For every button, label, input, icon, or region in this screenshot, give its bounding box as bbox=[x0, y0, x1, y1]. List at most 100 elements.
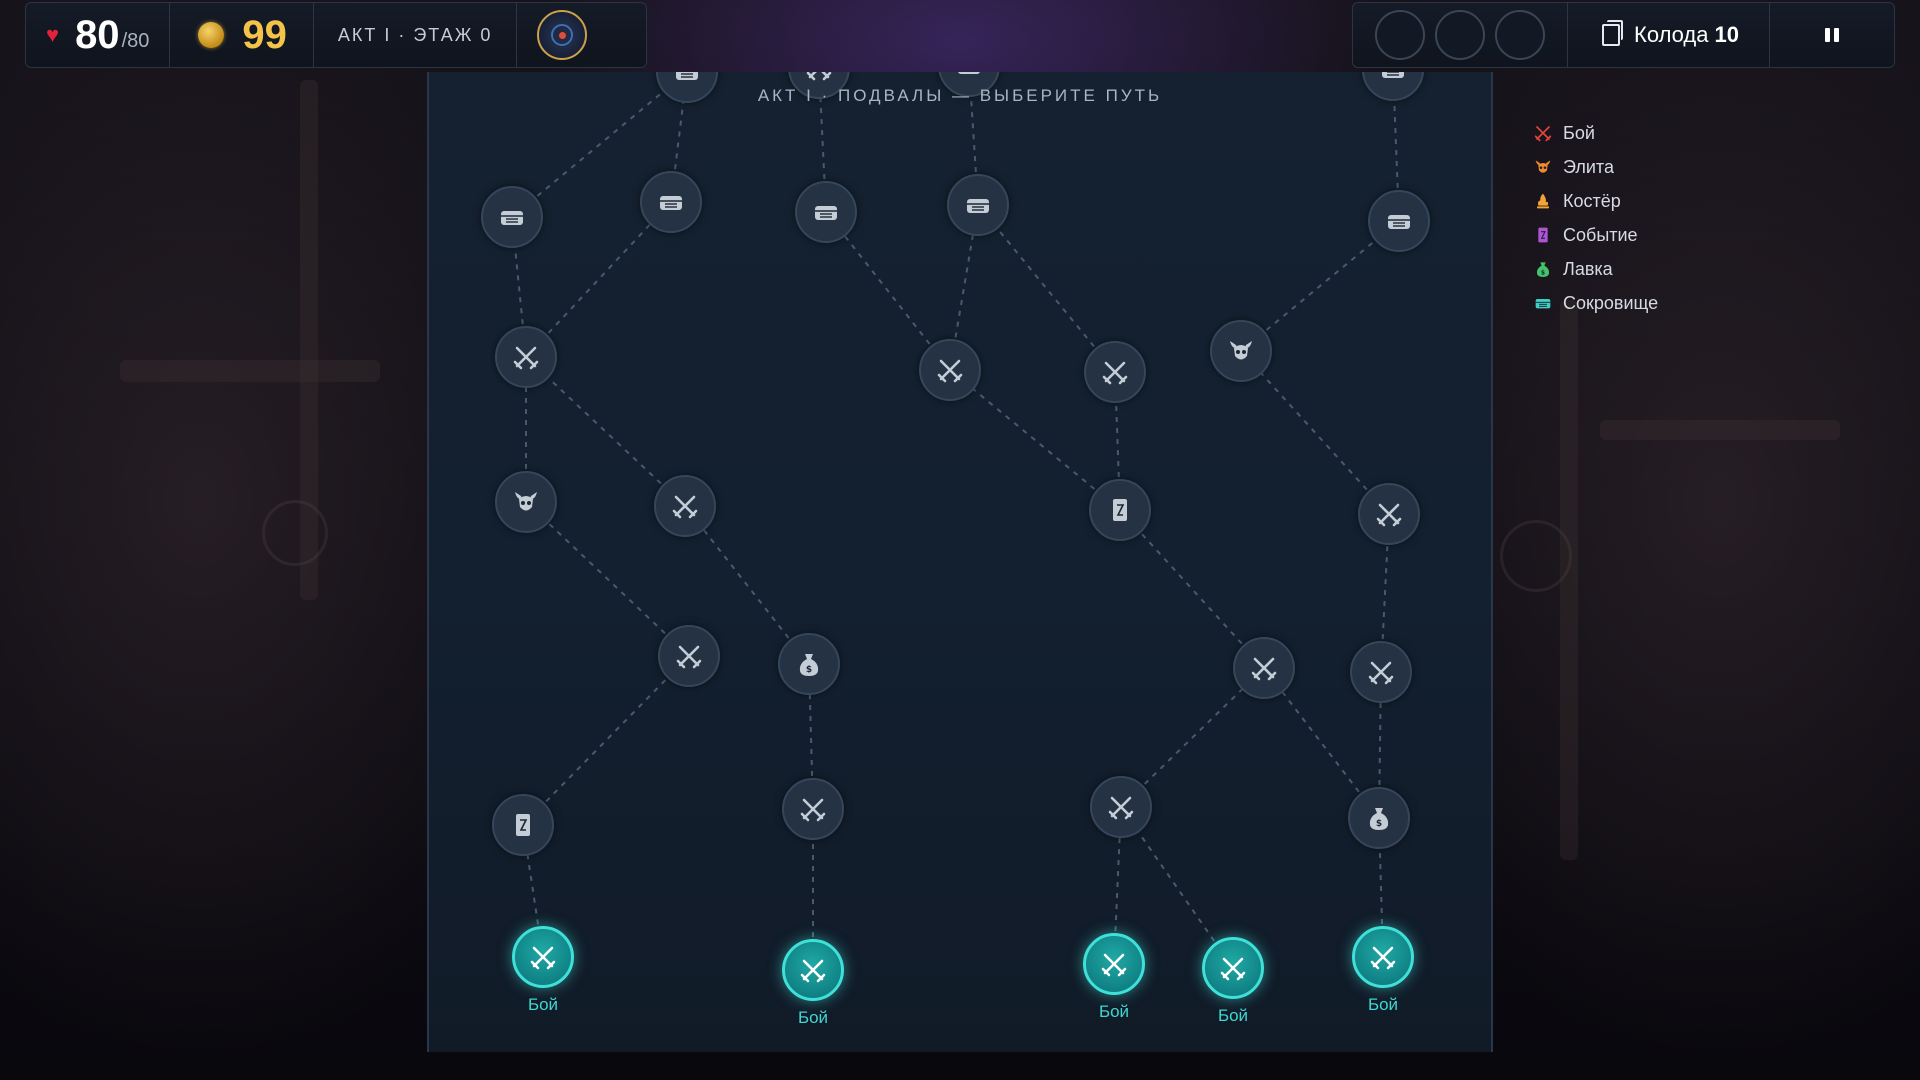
horned-skull-icon bbox=[1230, 341, 1252, 360]
heart-icon: ♥ bbox=[46, 22, 60, 47]
crossed-swords-icon bbox=[1108, 796, 1134, 820]
chest-icon bbox=[967, 199, 989, 213]
node-label: Бой bbox=[1217, 1006, 1249, 1025]
horned-skull-icon bbox=[1535, 160, 1551, 173]
map-node-event[interactable] bbox=[1089, 479, 1151, 541]
map-node-event[interactable] bbox=[492, 794, 554, 856]
background-gauge bbox=[262, 500, 328, 566]
hp-max: /80 bbox=[121, 29, 150, 52]
chest-icon bbox=[1382, 72, 1404, 78]
node-label: Бой bbox=[527, 995, 559, 1014]
map-node-combat[interactable] bbox=[1350, 641, 1412, 703]
crossed-swords-icon bbox=[1101, 953, 1127, 977]
chest-icon bbox=[958, 72, 980, 74]
crossed-swords-icon bbox=[1376, 503, 1402, 527]
chest-icon bbox=[815, 206, 837, 220]
chest-icon bbox=[676, 72, 698, 80]
legend-label: Лавка bbox=[1563, 258, 1613, 279]
crossed-swords-icon bbox=[1251, 657, 1277, 681]
svg-text:$: $ bbox=[806, 665, 812, 675]
map-node-combat[interactable] bbox=[919, 339, 981, 401]
map-node-combat[interactable] bbox=[1358, 483, 1420, 545]
potion-slot-1[interactable] bbox=[1375, 10, 1425, 60]
hp-current: 80 bbox=[75, 12, 120, 57]
crossed-swords-icon bbox=[800, 798, 826, 822]
pause-icon bbox=[1824, 28, 1839, 42]
legend-item: Элита bbox=[1533, 150, 1658, 184]
map-node-shop[interactable]: $ bbox=[778, 633, 840, 695]
potion-slot-3[interactable] bbox=[1495, 10, 1545, 60]
legend-item: Костёр bbox=[1533, 184, 1658, 218]
svg-text:$: $ bbox=[1541, 269, 1545, 276]
map-panel: АКТ I · ПОДВАЛЫ — ВЫБЕРИТЕ ПУТЬ $ $ Бой … bbox=[427, 72, 1493, 1052]
map-node-treasure[interactable] bbox=[795, 181, 857, 243]
crossed-swords-icon bbox=[800, 959, 826, 983]
potion-slot-2[interactable] bbox=[1435, 10, 1485, 60]
map-node-combat[interactable] bbox=[495, 326, 557, 388]
map-node-treasure[interactable] bbox=[640, 171, 702, 233]
crossed-swords-icon bbox=[530, 946, 556, 970]
player-status-bar: ♥ 80 /80 99 АКТ I · ЭТАЖ 0 bbox=[25, 2, 647, 68]
compass-slot bbox=[517, 3, 607, 67]
money-bag-icon: $ bbox=[799, 654, 819, 676]
deck-label: Колода bbox=[1634, 22, 1709, 47]
legend-label: Элита bbox=[1563, 156, 1614, 177]
node-label: Бой bbox=[797, 1008, 829, 1027]
map-node-combat[interactable] bbox=[658, 625, 720, 687]
map-node-combat[interactable] bbox=[782, 778, 844, 840]
legend-item: Бой bbox=[1533, 116, 1658, 150]
legend-item: Событие bbox=[1533, 218, 1658, 252]
compass-icon[interactable] bbox=[537, 10, 588, 60]
legend-label: Бой bbox=[1563, 122, 1595, 143]
map-node-combat[interactable] bbox=[782, 939, 844, 1001]
map-node-combat[interactable] bbox=[654, 475, 716, 537]
scroll-icon bbox=[1538, 227, 1548, 243]
map-node-combat[interactable] bbox=[1233, 637, 1295, 699]
crossed-swords-icon bbox=[937, 359, 963, 383]
map-node-shop[interactable]: $ bbox=[1348, 787, 1410, 849]
crossed-swords-icon bbox=[806, 72, 832, 81]
deck-button[interactable]: Колода 10 bbox=[1568, 3, 1770, 67]
cards-icon bbox=[1602, 20, 1623, 46]
chest-icon bbox=[660, 196, 682, 210]
map-path-b3-a4 bbox=[977, 204, 1116, 373]
legend-item: $ Лавка bbox=[1533, 252, 1658, 286]
gold-amount: 99 bbox=[242, 12, 287, 57]
map-path-b1-a2 bbox=[525, 201, 672, 358]
scroll-icon bbox=[1113, 499, 1127, 521]
map-node-elite[interactable] bbox=[495, 471, 557, 533]
background-pipe bbox=[120, 360, 380, 382]
crossed-swords-icon bbox=[676, 645, 702, 669]
crossed-swords-icon bbox=[1370, 946, 1396, 970]
crossed-swords-icon bbox=[1368, 661, 1394, 685]
campfire-icon bbox=[1537, 193, 1549, 209]
node-label: Бой bbox=[1367, 995, 1399, 1014]
map-node-combat[interactable] bbox=[1352, 926, 1414, 988]
crossed-swords-icon bbox=[1220, 957, 1246, 981]
map-node-combat[interactable] bbox=[1083, 933, 1145, 995]
map-node-combat[interactable] bbox=[1084, 341, 1146, 403]
map-node-treasure[interactable] bbox=[481, 186, 543, 248]
background-gauge bbox=[1500, 520, 1572, 592]
act-floor-display: АКТ I · ЭТАЖ 0 bbox=[314, 3, 518, 67]
chest-icon bbox=[1388, 215, 1410, 229]
deck-count: 10 bbox=[1714, 22, 1739, 47]
inventory-bar: Колода 10 bbox=[1352, 2, 1895, 68]
game-screen: ♥ 80 /80 99 АКТ I · ЭТАЖ 0 Колода 10 АКТ… bbox=[0, 0, 1920, 1080]
map-title: АКТ I · ПОДВАЛЫ — ВЫБЕРИТЕ ПУТЬ bbox=[757, 86, 1163, 105]
map-node-elite[interactable] bbox=[1210, 320, 1272, 382]
legend-label: Сокровище bbox=[1563, 292, 1659, 313]
pause-button[interactable] bbox=[1770, 3, 1894, 67]
map-node-treasure[interactable] bbox=[1368, 190, 1430, 252]
crossed-swords-icon bbox=[1102, 361, 1128, 385]
map-path-c4-b4 bbox=[1240, 350, 1390, 515]
act-floor-label: АКТ I · ЭТАЖ 0 bbox=[337, 24, 493, 45]
node-label: Бой bbox=[1098, 1002, 1130, 1021]
gold-display: 99 bbox=[170, 3, 314, 67]
map-node-combat[interactable] bbox=[1090, 776, 1152, 838]
horned-skull-icon bbox=[515, 492, 537, 511]
map-node-combat[interactable] bbox=[512, 926, 574, 988]
map-node-treasure[interactable] bbox=[947, 174, 1009, 236]
svg-text:$: $ bbox=[1376, 819, 1382, 829]
map-node-combat[interactable] bbox=[1202, 937, 1264, 999]
